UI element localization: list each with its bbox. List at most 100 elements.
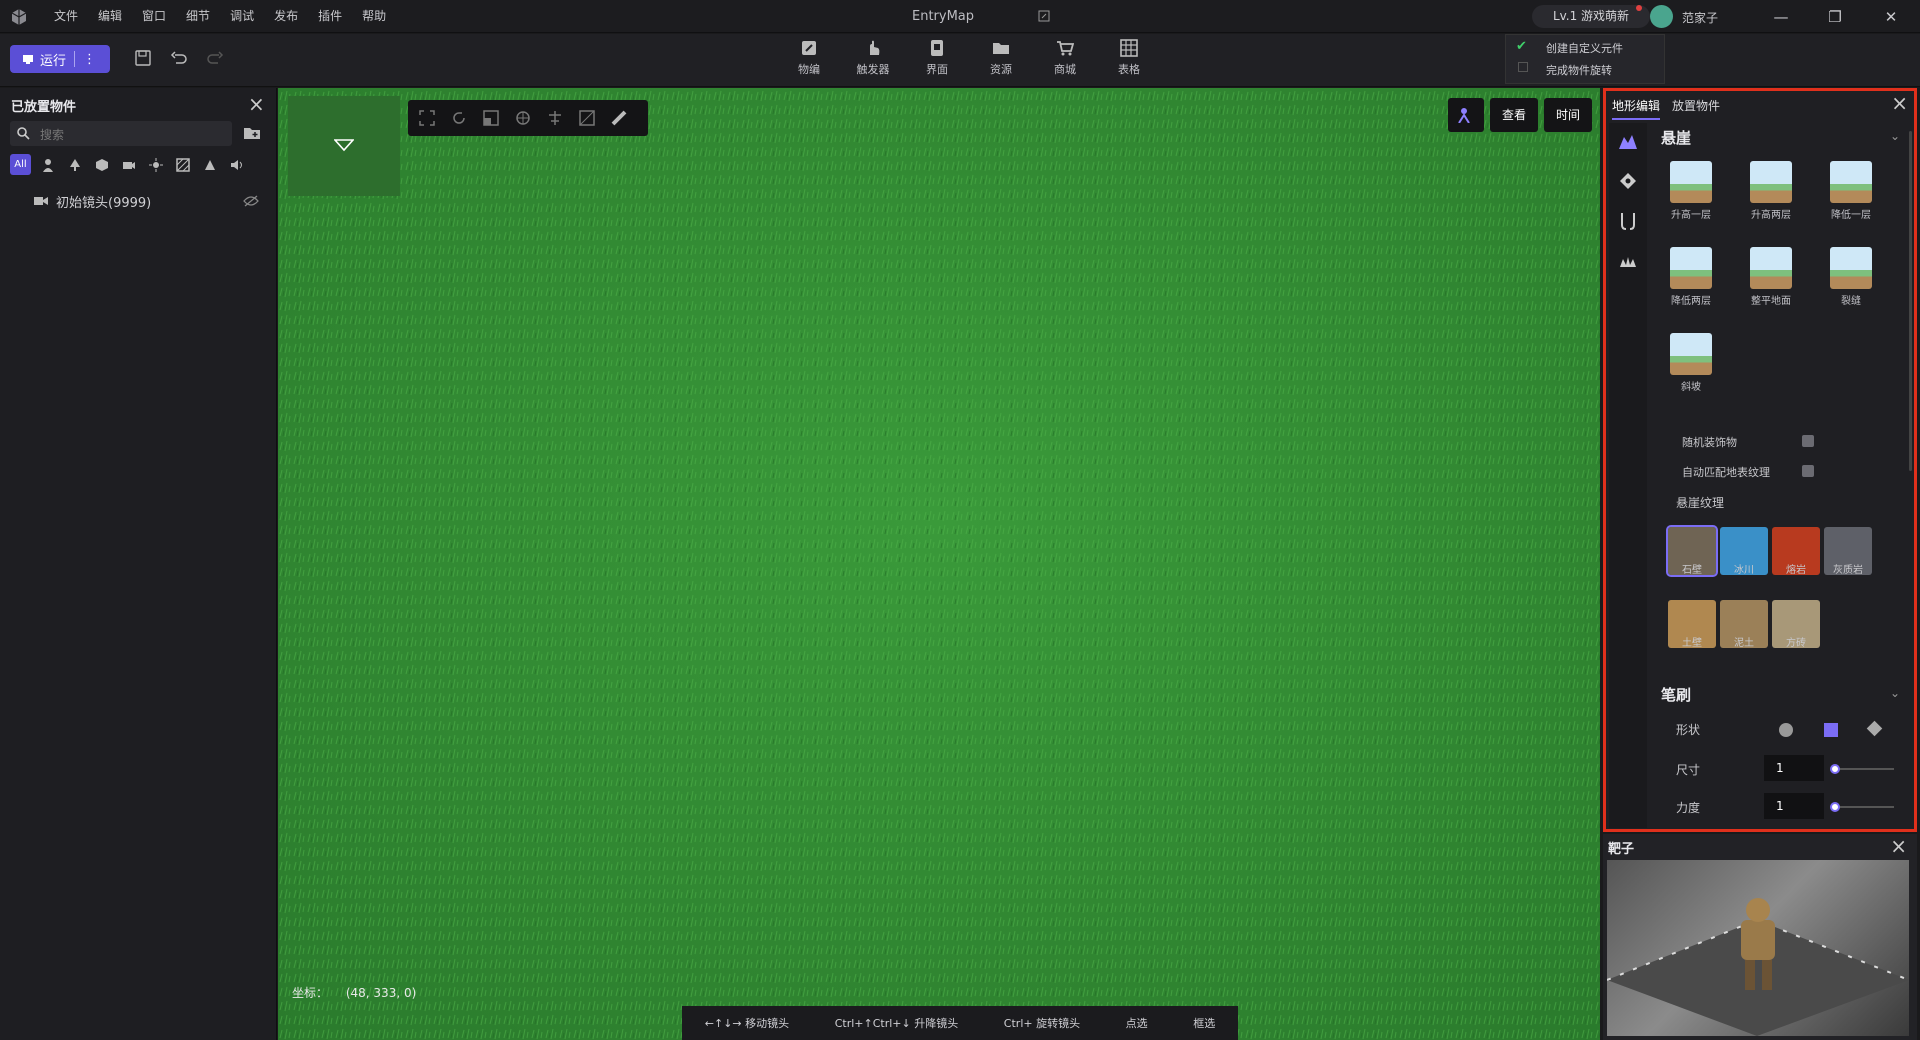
filter-tree-icon[interactable] <box>64 154 85 175</box>
scrollbar[interactable] <box>1909 131 1912 471</box>
run-label: 运行 <box>40 53 67 69</box>
tool-lower-one[interactable]: 降低一层 <box>1819 161 1883 221</box>
hidden-eye-icon[interactable] <box>243 195 259 207</box>
avatar[interactable] <box>1650 5 1673 28</box>
menu-publish[interactable]: 发布 <box>264 0 308 33</box>
brush-size-label: 尺寸 <box>1676 763 1701 777</box>
undo-icon[interactable] <box>170 49 188 67</box>
minimap[interactable] <box>288 96 400 196</box>
tool-slope[interactable]: 斜坡 <box>1659 333 1723 393</box>
tool-raise-one[interactable]: 升高一层 <box>1659 161 1723 221</box>
scale-icon[interactable] <box>482 109 500 127</box>
tool-crack[interactable]: 裂缝 <box>1819 247 1883 307</box>
tool-table[interactable]: 表格 <box>1097 34 1161 87</box>
close-icon[interactable]: × <box>248 92 265 116</box>
chevron-down-icon[interactable]: ⌄ <box>1890 686 1900 700</box>
chevron-down-icon[interactable]: ⌄ <box>1890 129 1900 143</box>
tool-lower-two[interactable]: 降低两层 <box>1659 247 1723 307</box>
menu-file[interactable]: 文件 <box>44 0 88 33</box>
scene-viewport[interactable]: 查看 时间 坐标： (48, 333, 0) ←↑↓→ 移动镜头 Ctrl+↑C… <box>278 88 1600 1040</box>
tab-terrain-edit[interactable]: 地形编辑 <box>1612 97 1661 120</box>
close-icon[interactable]: ✕ <box>1880 6 1902 28</box>
vegetation-tool-icon[interactable] <box>1618 251 1638 271</box>
hint-click-select: 点选 <box>1125 1017 1148 1030</box>
camera-view-button[interactable] <box>1448 98 1484 132</box>
filter-unit-icon[interactable] <box>37 154 58 175</box>
shortcut-hints: ←↑↓→ 移动镜头 Ctrl+↑Ctrl+↓ 升降镜头 Ctrl+ 旋转镜头 点… <box>682 1006 1238 1040</box>
align-icon[interactable] <box>546 109 564 127</box>
cliff-tool-icon[interactable] <box>1618 131 1638 151</box>
crack-icon <box>1830 247 1872 289</box>
brush-strength-input[interactable]: 1 <box>1764 793 1824 819</box>
run-button[interactable]: 运行 ⋮ <box>10 45 110 73</box>
preview-title: 靶子 <box>1608 842 1635 857</box>
move-icon[interactable] <box>514 109 532 127</box>
tab-place-objects[interactable]: 放置物件 <box>1672 97 1720 120</box>
level-badge[interactable]: Lv.1 游戏萌新 <box>1532 5 1650 28</box>
tool-assets[interactable]: 资源 <box>969 34 1033 87</box>
menu-debug[interactable]: 调试 <box>220 0 264 33</box>
tree-item-initial-camera[interactable]: 初始镜头(9999) <box>56 192 151 211</box>
add-folder-icon[interactable] <box>243 124 261 142</box>
tool-ui[interactable]: 界面 <box>905 34 969 87</box>
ruler-icon[interactable] <box>610 109 628 127</box>
time-button[interactable]: 时间 <box>1544 98 1592 132</box>
square-shape-icon[interactable] <box>1824 723 1838 737</box>
rotate-icon[interactable] <box>450 109 468 127</box>
fullscreen-icon[interactable] <box>418 109 436 127</box>
texture-earth-wall[interactable]: 土壁 <box>1668 600 1716 649</box>
filter-sound-icon[interactable] <box>226 154 247 175</box>
filter-effect-icon[interactable] <box>199 154 220 175</box>
menu-help[interactable]: 帮助 <box>352 0 396 33</box>
slider-knob[interactable] <box>1830 802 1840 812</box>
redo-icon[interactable] <box>206 49 224 67</box>
task-item[interactable]: 创建自定义元件 <box>1546 40 1623 56</box>
save-icon[interactable] <box>134 49 152 67</box>
brush-size-input[interactable]: 1 <box>1764 755 1824 781</box>
random-decor-checkbox[interactable] <box>1802 435 1814 447</box>
grid-icon[interactable] <box>578 109 596 127</box>
brush-size-slider[interactable] <box>1830 764 1894 774</box>
tool-trigger[interactable]: 触发器 <box>841 34 905 87</box>
person-view-icon <box>1458 108 1470 124</box>
search-input[interactable]: 搜索 <box>10 121 232 146</box>
minimize-icon[interactable]: — <box>1770 6 1792 28</box>
filter-light-icon[interactable] <box>145 154 166 175</box>
diamond-shape-icon[interactable] <box>1866 720 1883 737</box>
task-item[interactable]: 完成物件旋转 <box>1546 62 1612 78</box>
circle-shape-icon[interactable] <box>1779 723 1793 737</box>
close-icon[interactable]: × <box>1891 91 1908 115</box>
texture-brick[interactable]: 方砖 <box>1772 600 1820 649</box>
texture-stone-wall[interactable]: 石壁 <box>1666 525 1718 577</box>
texture-gray-rock[interactable]: 灰质岩 <box>1824 527 1872 576</box>
menu-window[interactable]: 窗口 <box>132 0 176 33</box>
texture-glacier[interactable]: 冰川 <box>1720 527 1768 576</box>
rename-icon[interactable] <box>1038 10 1050 22</box>
filter-cube-icon[interactable] <box>91 154 112 175</box>
run-more-icon[interactable]: ⋮ <box>83 52 96 67</box>
restore-icon[interactable]: ❐ <box>1824 6 1846 28</box>
slider-knob[interactable] <box>1830 764 1840 774</box>
close-icon[interactable]: × <box>1890 834 1907 858</box>
texture-mud[interactable]: 泥土 <box>1720 600 1768 649</box>
menu-detail[interactable]: 细节 <box>176 0 220 33</box>
brush-strength-slider[interactable] <box>1830 802 1894 812</box>
texture-lava[interactable]: 熔岩 <box>1772 527 1820 576</box>
menu-plugins[interactable]: 插件 <box>308 0 352 33</box>
auto-texture-checkbox[interactable] <box>1802 465 1814 477</box>
tool-store[interactable]: 商城 <box>1033 34 1097 87</box>
road-tool-icon[interactable] <box>1618 211 1638 231</box>
texture-tool-icon[interactable] <box>1618 171 1638 191</box>
filter-region-icon[interactable] <box>172 154 193 175</box>
menu-edit[interactable]: 编辑 <box>88 0 132 33</box>
lower-icon <box>1670 247 1712 289</box>
filter-all[interactable]: All <box>10 154 31 175</box>
view-button[interactable]: 查看 <box>1490 98 1538 132</box>
filter-camera-icon[interactable] <box>118 154 139 175</box>
tool-raise-two[interactable]: 升高两层 <box>1739 161 1803 221</box>
tool-object-editor[interactable]: 物编 <box>777 34 841 87</box>
title-bar: 文件 编辑 窗口 细节 调试 发布 插件 帮助 EntryMap Lv.1 游戏… <box>0 0 1920 33</box>
tool-flatten[interactable]: 整平地面 <box>1739 247 1803 307</box>
grass-terrain <box>278 88 1600 1040</box>
username[interactable]: 范家子 <box>1682 9 1718 26</box>
